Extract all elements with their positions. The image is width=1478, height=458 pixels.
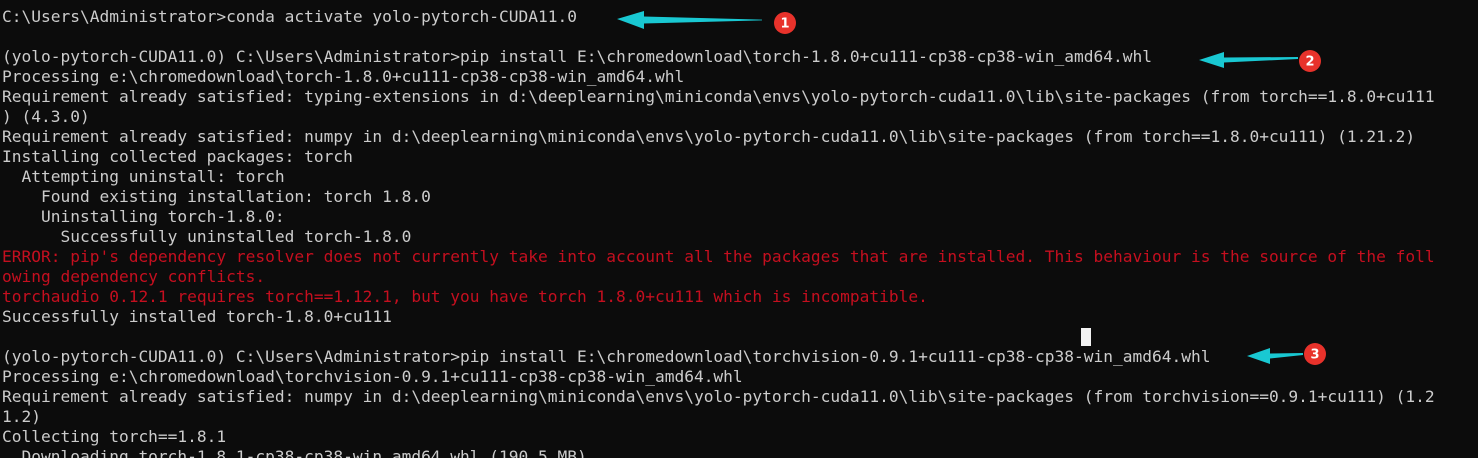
- terminal-line-1: C:\Users\Administrator>conda activate yo…: [2, 7, 577, 26]
- terminal-line-18: (yolo-pytorch-CUDA11.0) C:\Users\Adminis…: [2, 347, 1211, 366]
- annotation-arrow-2: [1199, 52, 1298, 68]
- terminal-window[interactable]: C:\Users\Administrator>conda activate yo…: [0, 0, 1478, 458]
- terminal-line-6: ) (4.3.0): [2, 107, 90, 126]
- annotation-badge-3: 3: [1304, 343, 1326, 365]
- terminal-line-5: Requirement already satisfied: typing-ex…: [2, 87, 1435, 106]
- error-line-3: torchaudio 0.12.1 requires torch==1.12.1…: [2, 287, 928, 306]
- annotation-arrow-1: [617, 11, 762, 29]
- annotation-badge-2-label: 2: [1305, 55, 1314, 70]
- terminal-line-21: 1.2): [2, 407, 41, 426]
- terminal-line-16: Successfully installed torch-1.8.0+cu111: [2, 307, 392, 326]
- text-cursor: [1081, 328, 1091, 346]
- annotation-badge-1: 1: [774, 12, 796, 34]
- terminal-line-9: Attempting uninstall: torch: [2, 167, 285, 186]
- annotation-badge-2: 2: [1299, 50, 1321, 72]
- terminal-line-8: Installing collected packages: torch: [2, 147, 353, 166]
- terminal-line-19: Processing e:\chromedownload\torchvision…: [2, 367, 743, 386]
- error-line-1: ERROR: pip's dependency resolver does no…: [2, 247, 1435, 266]
- terminal-line-3: (yolo-pytorch-CUDA11.0) C:\Users\Adminis…: [2, 47, 1152, 66]
- terminal-line-4: Processing e:\chromedownload\torch-1.8.0…: [2, 67, 685, 86]
- terminal-line-23: Downloading torch-1.8.1-cp38-cp38-win_am…: [2, 447, 587, 458]
- annotation-badge-3-label: 3: [1310, 348, 1319, 363]
- terminal-line-7: Requirement already satisfied: numpy in …: [2, 127, 1416, 146]
- terminal-line-10: Found existing installation: torch 1.8.0: [2, 187, 431, 206]
- terminal-line-20: Requirement already satisfied: numpy in …: [2, 387, 1435, 406]
- terminal-line-12: Successfully uninstalled torch-1.8.0: [2, 227, 412, 246]
- error-line-2: owing dependency conflicts.: [2, 267, 266, 286]
- terminal-line-22: Collecting torch==1.8.1: [2, 427, 227, 446]
- annotation-badge-1-label: 1: [780, 17, 789, 32]
- annotation-arrow-3: [1247, 348, 1303, 364]
- terminal-line-11: Uninstalling torch-1.8.0:: [2, 207, 285, 226]
